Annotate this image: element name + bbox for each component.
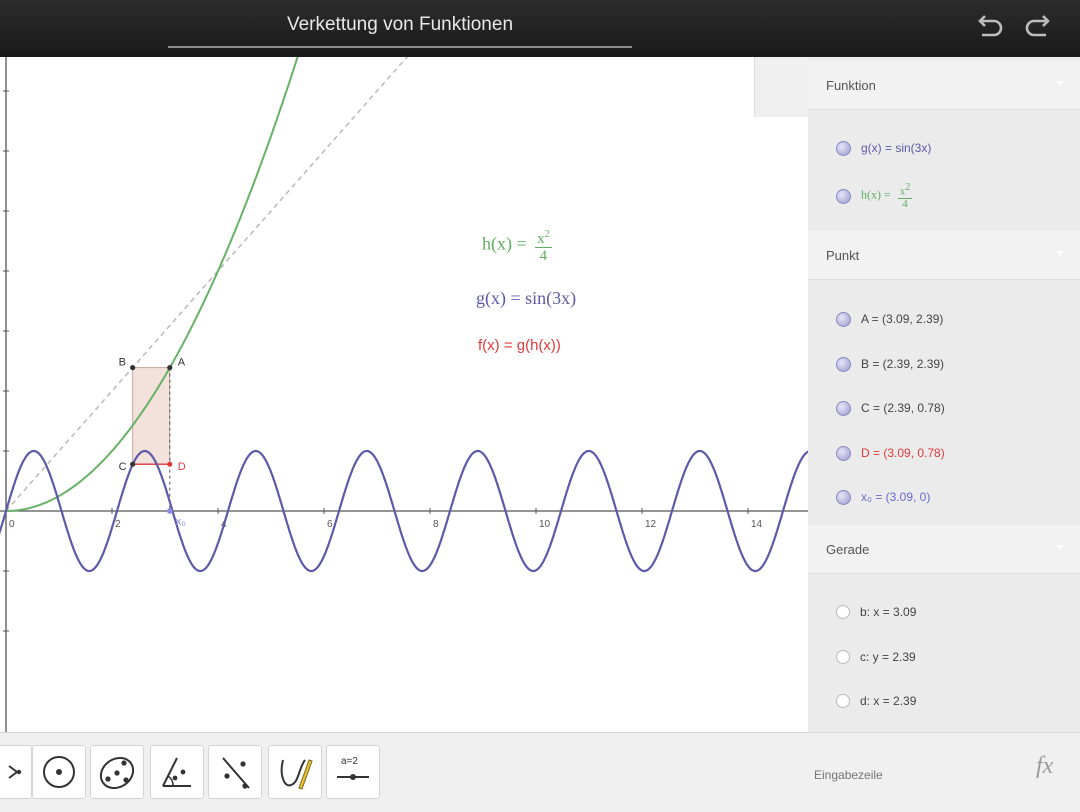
dashed-diagonal (5, 57, 409, 512)
x-tick-label: 10 (539, 519, 551, 530)
reflect-line-icon (222, 757, 250, 789)
undo-button[interactable] (972, 12, 1006, 46)
move-arrow-icon (8, 765, 22, 779)
point-b (130, 365, 136, 371)
formula-h-label[interactable]: h(x) = x2 4 (482, 227, 552, 264)
algebra-view-toggle[interactable] (754, 57, 809, 117)
x-tick-label: 14 (751, 519, 763, 530)
algebra-item-line-c[interactable]: c: y = 2.39 (836, 642, 916, 672)
algebra-item-point-a[interactable]: A = (3.09, 2.39) (836, 304, 943, 334)
title-bar: Verkettung von Funktionen (0, 0, 1080, 57)
formula-h-num: x (537, 231, 545, 247)
visibility-toggle-icon[interactable] (836, 400, 851, 416)
document-title[interactable]: Verkettung von Funktionen (170, 14, 630, 36)
formula-h-den: 4 (539, 248, 548, 264)
algebra-item-line-d[interactable]: d: x = 2.39 (836, 686, 916, 716)
tool-move[interactable] (0, 745, 32, 799)
algebra-item-point-c[interactable]: C = (2.39, 0.78) (836, 393, 945, 423)
algebra-item-text: b: x = 3.09 (860, 605, 917, 619)
algebra-h-lhs: h(x) = (861, 187, 891, 202)
visibility-toggle-icon[interactable] (836, 605, 850, 619)
point-a (167, 365, 173, 371)
formula-g-label[interactable]: g(x) = sin(3x) (476, 288, 576, 309)
algebra-item-line-b[interactable]: b: x = 3.09 (836, 597, 916, 627)
input-bar[interactable] (812, 763, 1026, 787)
visibility-toggle-icon[interactable] (836, 188, 851, 204)
point-c (130, 461, 136, 467)
algebra-item-text: h(x) = x2 4 (861, 182, 913, 210)
algebra-h-exp: 2 (905, 182, 911, 194)
algebra-item-point-b[interactable]: B = (2.39, 2.39) (836, 349, 944, 379)
algebra-item-point-d[interactable]: D = (3.09, 0.78) (836, 438, 945, 468)
x-tick-label: 12 (645, 519, 657, 530)
tool-slider[interactable]: a=2 (326, 745, 380, 799)
category-label: Punkt (826, 248, 860, 263)
visibility-toggle-icon[interactable] (836, 311, 851, 327)
point-label-d: D (178, 461, 186, 473)
circle-with-center-icon (43, 756, 75, 788)
category-punkt[interactable]: Punkt (808, 231, 1080, 280)
point-x0 (166, 508, 173, 514)
collapse-arrow-icon[interactable] (1056, 251, 1064, 256)
freehand-icon (280, 759, 313, 790)
algebra-item-text: x₀ = (3.09, 0) (861, 490, 931, 504)
algebra-item-text: D = (3.09, 0.78) (861, 446, 945, 460)
formula-h-exp: 2 (544, 229, 550, 240)
algebra-h-den: 4 (902, 197, 908, 210)
category-gerade[interactable]: Gerade (808, 525, 1080, 574)
category-label: Gerade (826, 542, 870, 557)
formula-f-label[interactable]: f(x) = g(h(x)) (478, 337, 561, 354)
slider-icon (337, 774, 369, 780)
toolbar: a=2 fx (0, 732, 1080, 812)
category-label: Funktion (826, 78, 876, 93)
point-label-b: B (119, 357, 126, 369)
tool-freehand[interactable] (268, 745, 322, 799)
algebra-item-text: d: x = 2.39 (860, 694, 917, 708)
algebra-item-h[interactable]: h(x) = x2 4 (836, 181, 913, 211)
x-tick-label: 6 (327, 519, 333, 530)
slider-tool-label: a=2 (341, 756, 358, 767)
point-label-x0: x₀ (176, 516, 186, 528)
fx-button[interactable]: fx (1036, 753, 1072, 789)
collapse-arrow-icon[interactable] (1056, 545, 1064, 550)
tool-angle[interactable] (150, 745, 204, 799)
conic-through-points-icon (99, 756, 135, 790)
point-d (167, 461, 173, 467)
algebra-item-text: C = (2.39, 0.78) (861, 401, 945, 415)
algebra-h-fraction: x2 4 (897, 182, 913, 210)
visibility-toggle-icon[interactable] (836, 140, 851, 156)
undo-icon (978, 15, 1003, 37)
formula-h-lhs: h(x) = (482, 233, 527, 254)
visibility-toggle-icon[interactable] (836, 445, 851, 461)
title-underline (168, 46, 632, 48)
algebra-item-text: A = (3.09, 2.39) (861, 312, 944, 326)
visibility-toggle-icon[interactable] (836, 650, 850, 664)
tool-reflect[interactable] (208, 745, 262, 799)
point-label-a: A (178, 357, 186, 369)
visibility-toggle-icon[interactable] (836, 489, 851, 505)
algebra-item-text: c: y = 2.39 (860, 650, 916, 664)
collapse-arrow-icon[interactable] (1056, 81, 1064, 86)
coordinate-plane[interactable]: 0 2 4 6 8 10 12 14 A B C Dx₀ (0, 57, 808, 732)
x-tick-label: 0 (9, 519, 15, 530)
visibility-toggle-icon[interactable] (836, 356, 851, 372)
angle-icon (162, 757, 191, 787)
x-tick-label: 2 (115, 519, 121, 530)
category-funktion[interactable]: Funktion (808, 61, 1080, 110)
graphics-view[interactable]: 0 2 4 6 8 10 12 14 A B C Dx₀ h(x) = x2 4 g(x) = sin… (0, 57, 808, 732)
redo-button[interactable] (1022, 12, 1056, 46)
tool-circle-center[interactable] (32, 745, 86, 799)
algebra-item-point-x0[interactable]: x₀ = (3.09, 0) (836, 482, 930, 512)
redo-icon (1025, 15, 1050, 37)
algebra-view: Funktion g(x) = sin(3x) h(x) = x2 4 Punk… (808, 57, 1080, 732)
algebra-item-text: g(x) = sin(3x) (861, 141, 932, 155)
point-label-c: C (119, 461, 127, 473)
algebra-item-g[interactable]: g(x) = sin(3x) (836, 133, 931, 163)
visibility-toggle-icon[interactable] (836, 694, 850, 708)
formula-h-fraction: x2 4 (535, 227, 552, 264)
x-tick-label: 8 (433, 519, 439, 530)
tool-conic[interactable] (90, 745, 144, 799)
algebra-item-text: B = (2.39, 2.39) (861, 357, 945, 371)
